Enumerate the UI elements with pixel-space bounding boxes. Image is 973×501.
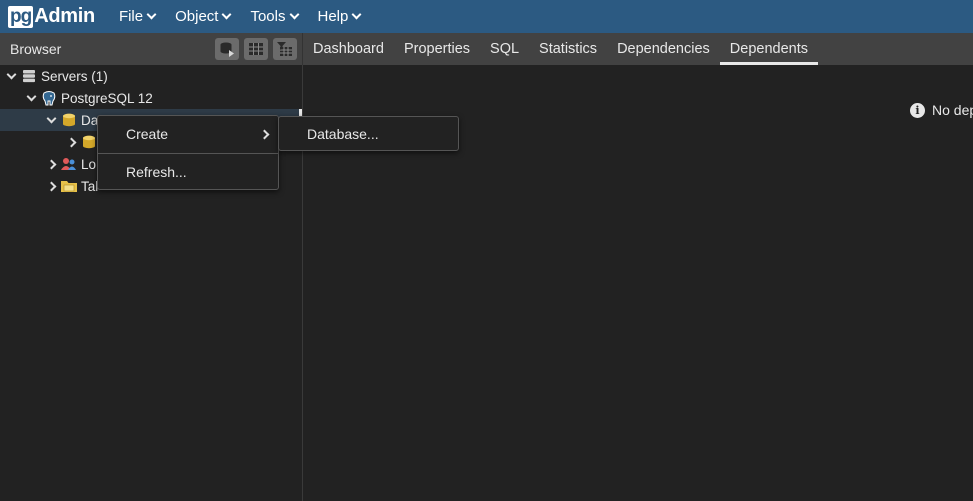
submenu-database[interactable]: Database... bbox=[279, 117, 458, 150]
databases-icon bbox=[61, 112, 77, 128]
tablespaces-folder-icon bbox=[61, 178, 77, 194]
pgadmin-logo: pg Admin bbox=[8, 5, 95, 29]
context-menu-refresh[interactable]: Refresh... bbox=[98, 154, 278, 190]
menu-help[interactable]: Help bbox=[308, 0, 371, 33]
chevron-down-icon[interactable] bbox=[6, 69, 17, 79]
chevron-right-icon[interactable] bbox=[46, 159, 57, 169]
tab-bar: Dashboard Properties SQL Statistics Depe… bbox=[303, 33, 818, 65]
tab-dashboard[interactable]: Dashboard bbox=[303, 33, 394, 65]
chevron-down-icon bbox=[146, 9, 157, 20]
context-menu-create-label: Create bbox=[126, 126, 169, 142]
filter-rows-button[interactable] bbox=[273, 38, 297, 60]
chevron-down-icon bbox=[289, 9, 299, 20]
submenu-database-label: Database... bbox=[307, 125, 379, 142]
logo-prefix: pg bbox=[8, 5, 34, 28]
tree-node-tablespaces[interactable]: Tal bbox=[46, 175, 99, 197]
top-navbar: pg Admin File Object Tools Help bbox=[0, 0, 973, 33]
context-menu: Create Refresh... bbox=[97, 115, 279, 190]
no-dependents-text: No dep bbox=[932, 102, 973, 118]
chevron-right-icon[interactable] bbox=[66, 137, 77, 147]
tree-node-login-roles-label: Lo bbox=[81, 156, 97, 172]
filter-rows-icon bbox=[277, 42, 292, 56]
postgresql-elephant-icon bbox=[41, 90, 57, 106]
chevron-down-icon bbox=[351, 9, 362, 20]
chevron-right-icon bbox=[259, 129, 270, 139]
tab-statistics[interactable]: Statistics bbox=[529, 33, 607, 65]
database-icon bbox=[81, 134, 97, 150]
servers-icon bbox=[21, 68, 37, 84]
menu-file[interactable]: File bbox=[109, 0, 165, 33]
tab-properties[interactable]: Properties bbox=[394, 33, 480, 65]
chevron-down-icon[interactable] bbox=[26, 91, 37, 101]
panel-header-bar: Browser Dashboard Properties SQL Statist… bbox=[0, 33, 973, 65]
tree-node-login-roles[interactable]: Lo bbox=[46, 153, 97, 175]
menu-object[interactable]: Object bbox=[165, 0, 240, 33]
tree-node-servers-label: Servers (1) bbox=[41, 68, 108, 84]
logo-suffix: Admin bbox=[34, 5, 95, 27]
tab-dependents[interactable]: Dependents bbox=[719, 33, 818, 65]
login-roles-icon bbox=[61, 156, 77, 172]
query-tool-icon bbox=[220, 42, 234, 57]
context-menu-refresh-label: Refresh... bbox=[126, 164, 187, 180]
create-submenu: Database... bbox=[278, 116, 459, 151]
menu-file-label: File bbox=[118, 8, 144, 25]
browser-panel-header: Browser bbox=[0, 33, 303, 65]
tree-node-tablespaces-label: Tal bbox=[81, 178, 99, 194]
no-dependents-message: i No dep bbox=[910, 102, 973, 118]
tree-node-servers[interactable]: Servers (1) bbox=[6, 65, 108, 87]
browser-title: Browser bbox=[10, 41, 62, 57]
view-data-button[interactable] bbox=[244, 38, 268, 60]
menu-object-label: Object bbox=[175, 8, 219, 25]
tree-node-postgresql[interactable]: PostgreSQL 12 bbox=[26, 87, 153, 109]
query-tool-button[interactable] bbox=[215, 38, 239, 60]
tab-sql[interactable]: SQL bbox=[480, 33, 529, 65]
chevron-down-icon[interactable] bbox=[46, 113, 57, 123]
tab-dependencies[interactable]: Dependencies bbox=[607, 33, 720, 65]
info-icon: i bbox=[910, 102, 925, 118]
context-menu-create[interactable]: Create bbox=[98, 116, 278, 152]
tree-node-postgresql-label: PostgreSQL 12 bbox=[61, 90, 153, 106]
menu-help-label: Help bbox=[317, 8, 349, 25]
menu-tools[interactable]: Tools bbox=[240, 0, 307, 33]
chevron-down-icon bbox=[222, 9, 232, 20]
view-data-icon bbox=[249, 43, 263, 55]
chevron-right-icon[interactable] bbox=[46, 181, 57, 191]
main-menu: File Object Tools Help bbox=[109, 0, 370, 33]
menu-tools-label: Tools bbox=[250, 8, 286, 25]
